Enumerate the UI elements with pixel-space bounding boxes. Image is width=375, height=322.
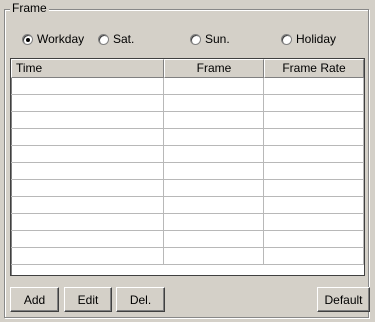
- radio-workday[interactable]: Workday: [22, 32, 84, 46]
- radio-sunday-indicator[interactable]: [190, 33, 201, 45]
- table-row[interactable]: [11, 163, 364, 180]
- cell-frame[interactable]: [164, 163, 264, 180]
- radio-holiday-indicator[interactable]: [281, 33, 292, 45]
- cell-frame-rate[interactable]: [264, 180, 364, 197]
- cell-time[interactable]: [11, 163, 164, 180]
- cell-time[interactable]: [11, 112, 164, 129]
- cell-frame[interactable]: [164, 112, 264, 129]
- cell-frame-rate[interactable]: [264, 248, 364, 265]
- cell-frame[interactable]: [164, 129, 264, 146]
- column-header-time[interactable]: Time: [11, 59, 164, 78]
- cell-time[interactable]: [11, 180, 164, 197]
- cell-frame-rate[interactable]: [264, 214, 364, 231]
- default-button[interactable]: Default: [317, 287, 370, 312]
- radio-saturday[interactable]: Sat.: [98, 32, 134, 46]
- table-header: Time Frame Frame Rate: [11, 59, 364, 78]
- cell-frame-rate[interactable]: [264, 78, 364, 95]
- radio-holiday-label: Holiday: [296, 32, 337, 46]
- table-row[interactable]: [11, 95, 364, 112]
- table-row[interactable]: [11, 129, 364, 146]
- cell-time[interactable]: [11, 146, 164, 163]
- cell-frame-rate[interactable]: [264, 231, 364, 248]
- cell-time[interactable]: [11, 78, 164, 95]
- add-button[interactable]: Add: [10, 287, 59, 312]
- cell-frame[interactable]: [164, 95, 264, 112]
- table-row[interactable]: [11, 112, 364, 129]
- cell-time[interactable]: [11, 214, 164, 231]
- frame-group-title: Frame: [10, 1, 49, 15]
- cell-frame[interactable]: [164, 146, 264, 163]
- radio-sunday-label: Sun.: [205, 32, 230, 46]
- cell-frame-rate[interactable]: [264, 112, 364, 129]
- table-row[interactable]: [11, 248, 364, 265]
- column-header-frame-rate[interactable]: Frame Rate: [264, 59, 364, 78]
- frame-schedule-table[interactable]: Time Frame Frame Rate: [10, 58, 365, 276]
- cell-frame[interactable]: [164, 78, 264, 95]
- cell-frame[interactable]: [164, 180, 264, 197]
- cell-time[interactable]: [11, 129, 164, 146]
- cell-time[interactable]: [11, 197, 164, 214]
- table-body: [11, 78, 364, 265]
- table-row[interactable]: [11, 231, 364, 248]
- cell-frame-rate[interactable]: [264, 129, 364, 146]
- radio-holiday[interactable]: Holiday: [281, 32, 336, 46]
- cell-frame-rate[interactable]: [264, 163, 364, 180]
- radio-workday-label: Workday: [37, 32, 85, 46]
- cell-frame-rate[interactable]: [264, 197, 364, 214]
- cell-frame[interactable]: [164, 214, 264, 231]
- table-row[interactable]: [11, 180, 364, 197]
- radio-workday-indicator[interactable]: [22, 33, 33, 45]
- edit-button[interactable]: Edit: [64, 287, 112, 312]
- cell-time[interactable]: [11, 248, 164, 265]
- cell-frame[interactable]: [164, 248, 264, 265]
- table-row[interactable]: [11, 78, 364, 95]
- cell-frame-rate[interactable]: [264, 146, 364, 163]
- table-row[interactable]: [11, 146, 364, 163]
- table-row[interactable]: [11, 214, 364, 231]
- cell-time[interactable]: [11, 95, 164, 112]
- cell-frame[interactable]: [164, 197, 264, 214]
- cell-frame-rate[interactable]: [264, 95, 364, 112]
- delete-button[interactable]: Del.: [116, 287, 165, 312]
- cell-frame[interactable]: [164, 231, 264, 248]
- radio-saturday-indicator[interactable]: [98, 33, 109, 45]
- column-header-frame[interactable]: Frame: [164, 59, 264, 78]
- cell-time[interactable]: [11, 231, 164, 248]
- table-row[interactable]: [11, 197, 364, 214]
- radio-sunday[interactable]: Sun.: [190, 32, 230, 46]
- radio-saturday-label: Sat.: [113, 32, 135, 46]
